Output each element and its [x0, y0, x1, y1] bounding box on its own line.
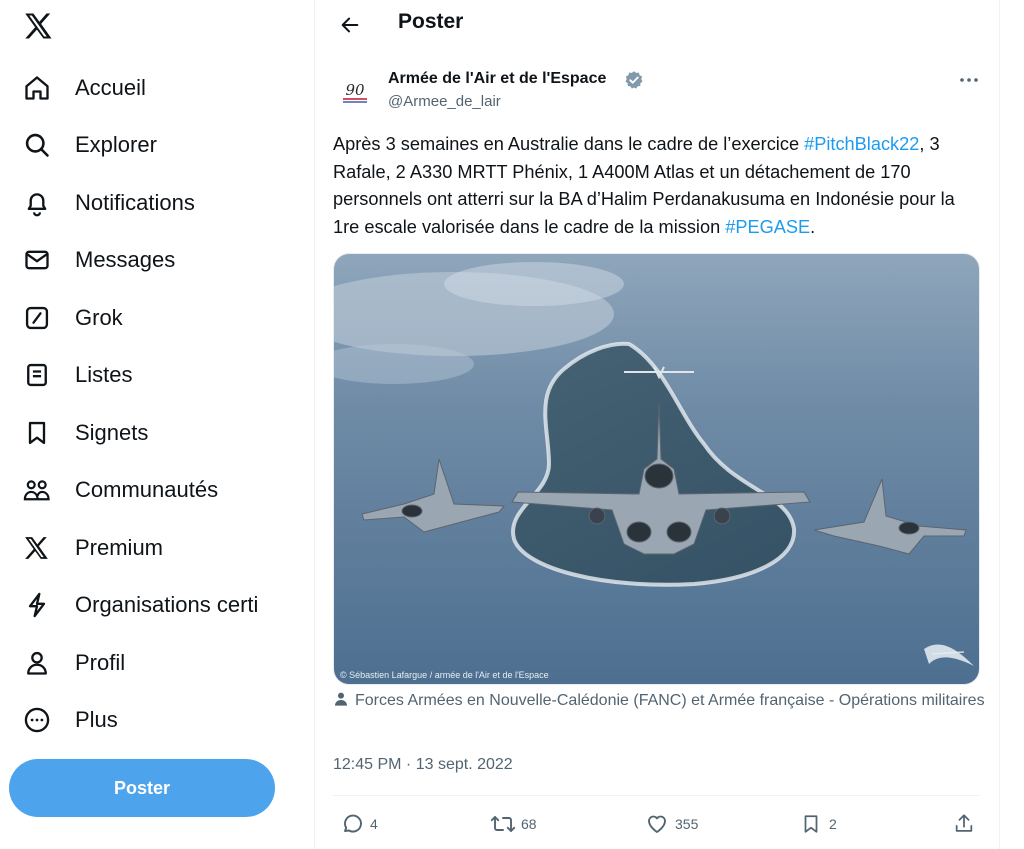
- bell-icon: [20, 186, 54, 220]
- reply-button[interactable]: 4: [339, 810, 378, 838]
- communities-icon: [20, 473, 54, 507]
- sidebar-nav: Accueil Explorer Notifications Messages …: [0, 0, 300, 849]
- sidebar-item-label: Explorer: [75, 132, 157, 157]
- sidebar-item-label: Notifications: [75, 190, 195, 215]
- avatar[interactable]: 90: [333, 72, 377, 116]
- repost-button[interactable]: 68: [490, 810, 537, 838]
- reply-icon: [339, 811, 365, 837]
- divider: [333, 795, 980, 796]
- like-count: 355: [675, 816, 699, 832]
- avatar-text: 90: [345, 81, 365, 99]
- x-logo-icon: [20, 531, 54, 565]
- sidebar-item-explorer[interactable]: Explorer: [20, 122, 157, 168]
- sidebar-item-notifications[interactable]: Notifications: [20, 180, 195, 226]
- back-arrow-icon[interactable]: [333, 8, 367, 42]
- sidebar-item-grok[interactable]: Grok: [20, 295, 123, 341]
- author-name[interactable]: Armée de l'Air et de l'Espace: [388, 70, 606, 88]
- sidebar-item-label: Accueil: [75, 75, 146, 100]
- tagged-text: Forces Armées en Nouvelle-Calédonie (FAN…: [355, 692, 985, 709]
- sidebar-item-label: Listes: [75, 362, 133, 387]
- bookmark-button[interactable]: 2: [798, 810, 837, 838]
- list-icon: [20, 358, 54, 392]
- x-logo-icon[interactable]: [22, 9, 56, 43]
- tweet-text-part: .: [810, 216, 816, 237]
- sidebar-item-plus[interactable]: Plus: [20, 697, 118, 743]
- hashtag-link[interactable]: #PitchBlack22: [804, 134, 919, 154]
- grok-icon: [20, 301, 54, 335]
- sidebar-item-organisations[interactable]: Organisations certi: [20, 582, 258, 628]
- author-handle[interactable]: @Armee_de_lair: [388, 93, 501, 110]
- sidebar-item-premium[interactable]: Premium: [20, 525, 163, 571]
- repost-count: 68: [521, 816, 537, 832]
- sidebar-item-label: Communautés: [75, 477, 219, 502]
- bookmark-icon: [798, 811, 824, 837]
- sidebar-item-messages[interactable]: Messages: [20, 237, 175, 283]
- more-options-icon[interactable]: [954, 68, 984, 92]
- photo-credit: © Sébastien Lafargue / armée de l'Air et…: [340, 670, 549, 680]
- share-icon: [951, 811, 977, 837]
- sidebar-item-signets[interactable]: Signets: [20, 410, 148, 456]
- tagged-accounts[interactable]: Forces Armées en Nouvelle-Calédonie (FAN…: [333, 690, 993, 715]
- person-icon: [333, 691, 349, 715]
- more-circle-icon: [20, 703, 54, 737]
- sidebar-item-label: Premium: [75, 535, 164, 560]
- sidebar-item-accueil[interactable]: Accueil: [20, 65, 146, 111]
- sidebar-item-communautes[interactable]: Communautés: [20, 467, 218, 513]
- sidebar-item-label: Organisations certi: [75, 592, 259, 617]
- share-button[interactable]: [951, 810, 977, 838]
- tweet-text: Après 3 semaines en Australie dans le ca…: [333, 131, 985, 241]
- tweet-text-part: Après 3 semaines en Australie dans le ca…: [333, 134, 805, 154]
- sidebar-item-label: Plus: [75, 707, 118, 732]
- sidebar-item-label: Profil: [75, 650, 126, 675]
- sidebar-item-listes[interactable]: Listes: [20, 352, 132, 398]
- home-icon: [20, 71, 54, 105]
- page-title: Poster: [398, 10, 464, 33]
- sidebar-item-label: Grok: [75, 305, 123, 330]
- page-header: Poster: [315, 0, 999, 50]
- column-divider: [314, 0, 315, 849]
- column-divider: [999, 0, 1000, 849]
- heart-icon: [644, 811, 670, 837]
- sidebar-item-label: Signets: [75, 420, 149, 445]
- reply-count: 4: [370, 816, 378, 832]
- envelope-icon: [20, 243, 54, 277]
- repost-icon: [490, 811, 516, 837]
- bookmark-count: 2: [829, 816, 837, 832]
- search-icon: [20, 128, 54, 162]
- tweet-photo[interactable]: [333, 253, 980, 685]
- bookmark-icon: [20, 416, 54, 450]
- like-button[interactable]: 355: [644, 810, 698, 838]
- lightning-icon: [20, 588, 54, 622]
- person-icon: [20, 646, 54, 680]
- tweet-timestamp[interactable]: 12:45 PM · 13 sept. 2022: [333, 756, 513, 774]
- sidebar-item-profil[interactable]: Profil: [20, 640, 125, 686]
- sidebar-item-label: Messages: [75, 247, 176, 272]
- verified-badge-icon: [624, 70, 644, 90]
- post-button[interactable]: Poster: [9, 759, 275, 817]
- hashtag-link[interactable]: #PEGASE: [725, 217, 810, 237]
